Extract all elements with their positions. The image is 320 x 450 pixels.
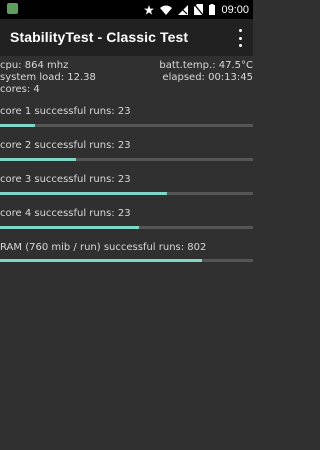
system-load: system load: 12.38 [0, 72, 96, 83]
wifi-icon [160, 5, 173, 15]
status-bar: 09:00 [0, 0, 253, 19]
core-3-progress-bar [0, 192, 253, 195]
core-2-progress-fill [0, 158, 76, 161]
core-3-label: core 3 successful runs: 23 [0, 174, 131, 185]
no-sim-icon [194, 4, 204, 15]
app-bar: StabilityTest - Classic Test [0, 19, 253, 56]
battery-icon [209, 4, 216, 15]
android-notification-icon [7, 3, 18, 14]
ram-progress-bar [0, 259, 253, 262]
battery-temperature: batt.temp.: 47.5°C [159, 60, 253, 71]
core-4-label: core 4 successful runs: 23 [0, 208, 131, 219]
core-2-label: core 2 successful runs: 23 [0, 140, 131, 151]
core-3-progress-fill [0, 192, 167, 195]
core-count: cores: 4 [0, 84, 40, 95]
core-2-progress-bar [0, 158, 253, 161]
core-4-progress-fill [0, 226, 140, 229]
status-icons: 09:00 [144, 2, 249, 17]
app-title: StabilityTest - Classic Test [10, 29, 189, 45]
core-1-progress-fill [0, 124, 36, 127]
signal-no-service-icon [178, 4, 189, 15]
ram-label: RAM (760 mib / run) successful runs: 802 [0, 242, 207, 253]
core-1-label: core 1 successful runs: 23 [0, 106, 131, 117]
star-icon [144, 4, 155, 15]
core-4-progress-bar [0, 226, 253, 229]
overflow-menu-icon[interactable] [235, 29, 245, 47]
ram-progress-fill [0, 259, 203, 262]
cpu-frequency: cpu: 864 mhz [0, 60, 69, 71]
elapsed-time: elapsed: 00:13:45 [162, 72, 253, 83]
core-1-progress-bar [0, 124, 253, 127]
status-time: 09:00 [221, 3, 249, 16]
